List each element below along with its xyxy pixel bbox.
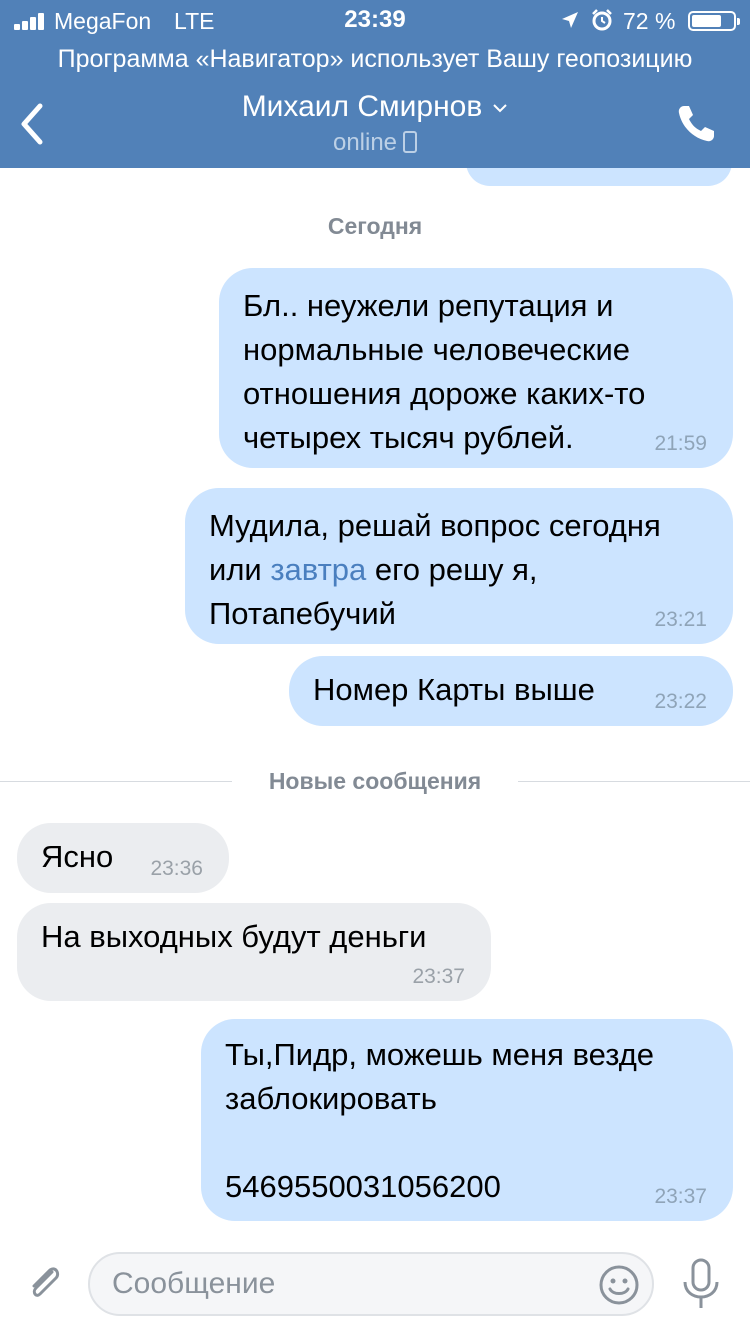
paperclip-icon[interactable]	[22, 1260, 68, 1306]
message-text: Номер Карты выше	[313, 672, 595, 707]
battery-icon	[688, 11, 740, 31]
presence-text: online	[332, 129, 398, 156]
contact-title[interactable]: Михаил Смирнов	[0, 88, 750, 126]
message-time: 23:22	[654, 690, 707, 713]
battery-percent: 72 %	[623, 8, 676, 34]
message-link[interactable]: завтра	[270, 552, 366, 587]
message-text: На выходных будут деньги	[41, 919, 427, 954]
alarm-icon	[592, 9, 612, 31]
message-input-wrapper	[88, 1252, 654, 1316]
geolocation-banner[interactable]: Программа «Навигатор» использует Вашу ге…	[0, 42, 750, 76]
message-text: Бл.. неужели репутация и нормальные чело…	[243, 288, 646, 455]
message-text: Мудила, решай вопрос сегодня или завтра …	[209, 508, 661, 631]
new-messages-label: Новые сообщения	[268, 768, 482, 794]
message-list[interactable]: Сегодня Бл.. неужели репутация и нормаль…	[0, 168, 750, 1234]
message-bubble[interactable]: Ты,Пидр, можешь меня везде заблокировать…	[201, 1019, 733, 1221]
message-text: Ты,Пидр, можешь меня везде заблокировать…	[225, 1037, 655, 1204]
message-bubble[interactable]: Номер Карты выше 23:22	[289, 656, 733, 726]
message-time: 23:37	[412, 965, 465, 988]
message-time: 23:37	[654, 1185, 707, 1208]
message-bubble[interactable]: Бл.. неужели репутация и нормальные чело…	[219, 268, 733, 468]
contact-name: Михаил Смирнов	[241, 90, 483, 123]
message-time: 21:59	[654, 432, 707, 455]
day-separator: Сегодня	[327, 213, 423, 239]
message-input[interactable]	[112, 1264, 592, 1304]
status-row: MegaFon LTE 23:39 72 %	[0, 0, 750, 40]
mobile-device-icon	[403, 131, 418, 153]
battery-level	[692, 15, 721, 27]
new-messages-separator: Новые сообщения	[0, 766, 750, 796]
chevron-down-icon	[493, 104, 508, 113]
location-arrow-icon	[562, 12, 578, 28]
message-time: 23:21	[654, 608, 707, 631]
message-time: 23:36	[150, 857, 203, 880]
phone-icon[interactable]	[672, 100, 720, 148]
status-bar: MegaFon LTE 23:39 72 % Программа «Навига…	[0, 0, 750, 80]
message-bubble[interactable]: Ясно 23:36	[17, 823, 229, 893]
emoji-icon[interactable]	[598, 1264, 640, 1306]
conversation-header: Михаил Смирнов online	[0, 80, 750, 168]
message-composer	[0, 1234, 750, 1334]
presence-status: online	[0, 128, 750, 158]
message-bubble-partial	[466, 168, 732, 186]
message-bubble[interactable]: На выходных будут деньги 23:37	[17, 903, 491, 1001]
message-bubble[interactable]: Мудила, решай вопрос сегодня или завтра …	[185, 488, 733, 644]
microphone-icon[interactable]	[676, 1256, 726, 1312]
